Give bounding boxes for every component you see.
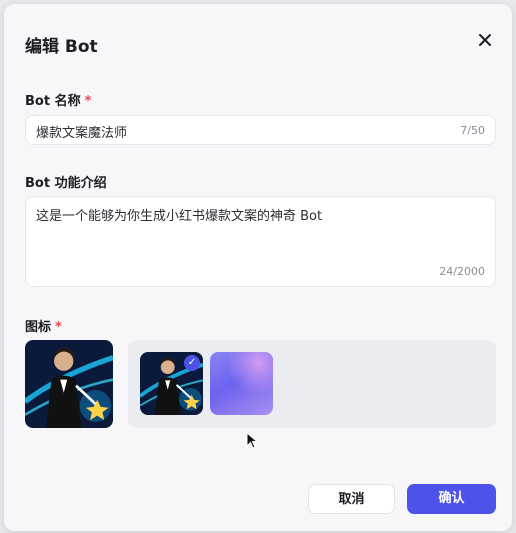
cancel-button[interactable]: 取消 xyxy=(308,484,395,514)
bot-description-label: Bot 功能介绍 xyxy=(25,176,107,191)
required-mark: * xyxy=(55,320,62,335)
bot-name-label-text: Bot 名称 xyxy=(25,94,81,109)
icon-label-text: 图标 xyxy=(25,320,52,335)
icon-options-panel: ✓ xyxy=(128,340,496,428)
icon-label: 图标 * xyxy=(25,316,62,335)
bot-name-counter: 7/50 xyxy=(460,124,485,137)
icon-option-gradient[interactable] xyxy=(210,352,273,415)
bot-name-label: Bot 名称 * xyxy=(25,90,91,109)
bot-name-value: 爆款文案魔法师 xyxy=(36,126,128,141)
bot-description-textarea[interactable]: 这是一个能够为你生成小红书爆款文案的神奇 Bot 24/2000 xyxy=(25,196,496,287)
bot-name-input[interactable]: 爆款文案魔法师 7/50 xyxy=(25,115,496,145)
dialog-title: 编辑 Bot xyxy=(25,37,98,57)
edit-bot-dialog: 编辑 Bot Bot 名称 * 爆款文案魔法师 7/50 Bot 功能介绍 这是一… xyxy=(4,4,512,531)
gradient-icon xyxy=(210,352,273,415)
bot-description-counter: 24/2000 xyxy=(439,265,485,278)
icon-option-magician[interactable]: ✓ xyxy=(140,352,203,415)
required-mark: * xyxy=(84,94,92,109)
confirm-button[interactable]: 确认 xyxy=(407,484,496,514)
check-icon: ✓ xyxy=(184,355,200,371)
close-icon[interactable] xyxy=(476,31,494,49)
bot-avatar-preview[interactable] xyxy=(25,340,113,428)
mouse-cursor-icon xyxy=(246,432,258,449)
bot-description-value: 这是一个能够为你生成小红书爆款文案的神奇 Bot xyxy=(36,209,323,224)
